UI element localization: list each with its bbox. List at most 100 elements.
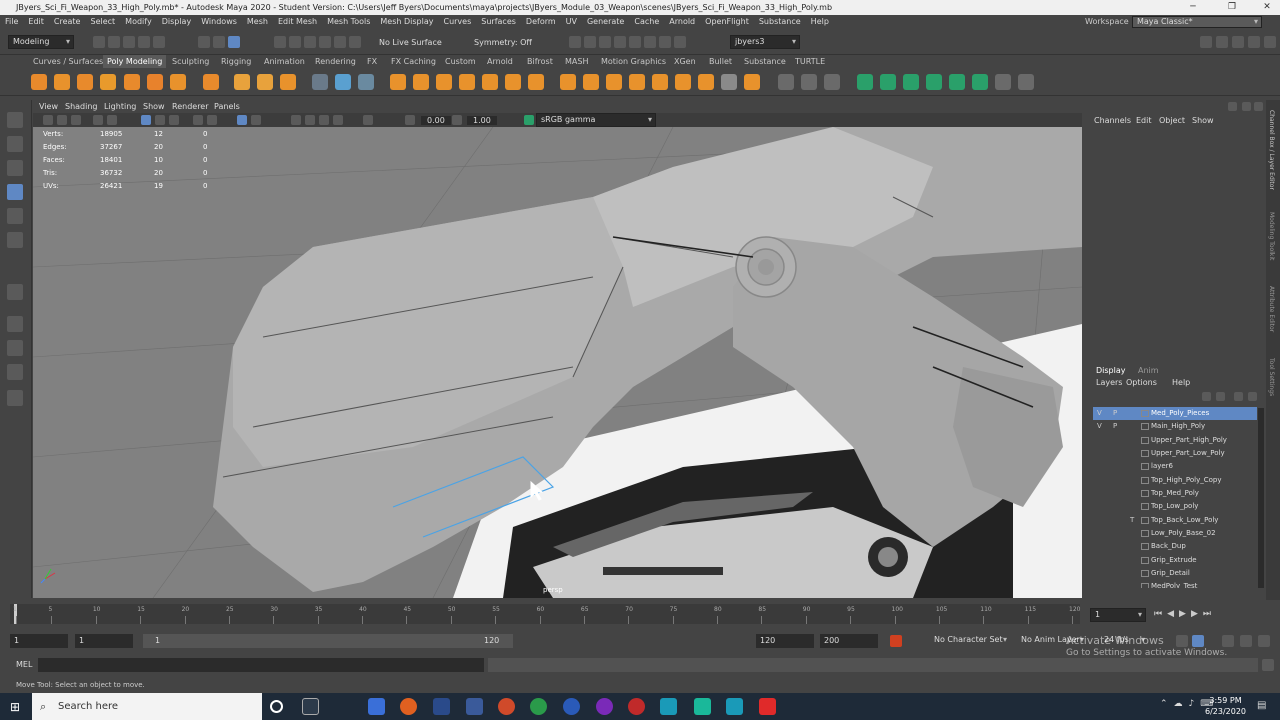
shelf-tab-poly-modeling[interactable]: Poly Modeling xyxy=(103,55,167,68)
select-component-icon[interactable] xyxy=(228,36,240,48)
range-bar[interactable]: 1 120 xyxy=(143,634,513,648)
menu-display[interactable]: Display xyxy=(157,15,197,29)
menu-generate[interactable]: Generate xyxy=(582,15,629,29)
mesh-cleanup-icon[interactable] xyxy=(505,74,521,90)
snap-surface-icon[interactable] xyxy=(334,36,346,48)
shelf-tab-custom[interactable]: Custom xyxy=(445,55,476,68)
layer-tab-display[interactable]: Display xyxy=(1096,366,1126,375)
poly-plane-icon[interactable] xyxy=(147,74,163,90)
camera-attributes-icon[interactable] xyxy=(57,115,67,125)
extrude-icon[interactable] xyxy=(560,74,576,90)
layer-row[interactable]: Low_Poly_Base_02 xyxy=(1093,527,1257,540)
separate-icon[interactable] xyxy=(335,74,351,90)
xray-icon[interactable] xyxy=(251,115,261,125)
channel-menu-channels[interactable]: Channels xyxy=(1094,116,1131,125)
panel-menu-show[interactable]: Show xyxy=(143,101,165,113)
menu-uv[interactable]: UV xyxy=(561,15,582,29)
layer-color-swatch[interactable] xyxy=(1141,503,1149,510)
menu-mesh[interactable]: Mesh xyxy=(242,15,273,29)
g-app-icon[interactable] xyxy=(498,698,515,715)
cortana-icon[interactable] xyxy=(270,700,283,713)
single-perspective-layout-icon[interactable] xyxy=(7,284,23,300)
bridge-icon[interactable] xyxy=(583,74,599,90)
shelf-tab-curves-surfaces[interactable]: Curves / Surfaces xyxy=(33,55,103,68)
offset-edge-loop-icon[interactable] xyxy=(824,74,840,90)
playback-start-field[interactable]: 1 xyxy=(75,634,133,648)
shelf-tab-arnold[interactable]: Arnold xyxy=(487,55,513,68)
channel-box-icon[interactable] xyxy=(1248,36,1260,48)
make-hole-icon[interactable] xyxy=(675,74,691,90)
playback-end-field[interactable]: 120 xyxy=(756,634,814,648)
close-button[interactable]: ✕ xyxy=(1254,0,1280,15)
exposure-icon[interactable] xyxy=(405,115,415,125)
user-dropdown[interactable]: jbyers3 xyxy=(730,35,800,49)
panel-toggle-icon[interactable] xyxy=(1264,36,1276,48)
layer-menu-layers[interactable]: Layers xyxy=(1096,378,1122,387)
menu-edit[interactable]: Edit xyxy=(23,15,49,29)
select-tool-icon[interactable] xyxy=(7,112,23,128)
layer-color-swatch[interactable] xyxy=(1141,410,1149,417)
monitor-app-icon[interactable] xyxy=(368,698,385,715)
color-management-icon[interactable] xyxy=(524,115,534,125)
layer-move-up-icon[interactable] xyxy=(1202,392,1211,401)
type-text-icon[interactable] xyxy=(257,74,273,90)
maya-icon[interactable] xyxy=(660,698,677,715)
append-icon[interactable] xyxy=(629,74,645,90)
panel-menu-lighting[interactable]: Lighting xyxy=(104,101,136,113)
menu-modify[interactable]: Modify xyxy=(120,15,157,29)
multi-cut-icon[interactable] xyxy=(778,74,794,90)
menu-deform[interactable]: Deform xyxy=(521,15,561,29)
layer-color-swatch[interactable] xyxy=(1141,583,1149,588)
boolean-difference-icon[interactable] xyxy=(436,74,452,90)
taskbar-search[interactable]: ⌕ Search here xyxy=(32,693,262,720)
snap-point-icon[interactable] xyxy=(304,36,316,48)
paint-select-icon[interactable] xyxy=(7,160,23,176)
uv-editor-icon[interactable] xyxy=(972,74,988,90)
panel-menu-shading[interactable]: Shading xyxy=(65,101,98,113)
menu-mesh-tools[interactable]: Mesh Tools xyxy=(322,15,375,29)
outliner-icon[interactable] xyxy=(7,390,23,406)
firefox-icon[interactable] xyxy=(400,698,417,715)
menu-set-dropdown[interactable]: Modeling xyxy=(8,35,74,49)
isolate-select-icon[interactable] xyxy=(363,115,373,125)
scale-tool-icon[interactable] xyxy=(7,232,23,248)
substance-designer-icon[interactable] xyxy=(530,698,547,715)
layer-row[interactable]: Back_Dup xyxy=(1093,540,1257,553)
layer-color-swatch[interactable] xyxy=(1141,423,1149,430)
new-scene-icon[interactable] xyxy=(93,36,105,48)
tool-settings-icon[interactable] xyxy=(1232,36,1244,48)
layer-tab-anim[interactable]: Anim xyxy=(1138,366,1159,375)
poly-cube-icon[interactable] xyxy=(54,74,70,90)
layer-playback[interactable]: P xyxy=(1113,407,1123,420)
layer-row[interactable]: T Top_Back_Low_Poly xyxy=(1093,514,1257,527)
snap-curve-icon[interactable] xyxy=(289,36,301,48)
minimize-button[interactable]: ─ xyxy=(1180,0,1206,15)
poly-disc-icon[interactable] xyxy=(170,74,186,90)
shelf-tab-motion-graphics[interactable]: Motion Graphics xyxy=(601,55,666,68)
menu-edit-mesh[interactable]: Edit Mesh xyxy=(273,15,322,29)
new-layer-icon[interactable] xyxy=(1234,392,1243,401)
menu-windows[interactable]: Windows xyxy=(196,15,242,29)
menu-mesh-display[interactable]: Mesh Display xyxy=(375,15,438,29)
notifications-icon[interactable]: ▤ xyxy=(1257,700,1266,711)
layer-row[interactable]: Upper_Part_Low_Poly xyxy=(1093,447,1257,460)
resolution-gate-icon[interactable] xyxy=(169,115,179,125)
channel-box-close-icon[interactable] xyxy=(1254,102,1263,111)
layer-playback[interactable]: P xyxy=(1113,420,1123,433)
open-scene-icon[interactable] xyxy=(108,36,120,48)
marmoset-icon[interactable] xyxy=(596,698,613,715)
auto-key-icon[interactable] xyxy=(890,635,902,647)
layer-row[interactable]: MedPoly_Test xyxy=(1093,580,1257,588)
channel-box-options-icon[interactable] xyxy=(1242,102,1251,111)
insert-edge-loop-icon[interactable] xyxy=(801,74,817,90)
substance-icon[interactable] xyxy=(563,698,580,715)
panel-menu-renderer[interactable]: Renderer xyxy=(172,101,209,113)
pause-ipr-icon[interactable] xyxy=(674,36,686,48)
automatic-uv-icon[interactable] xyxy=(926,74,942,90)
animation-end-field[interactable]: 200 xyxy=(820,634,878,648)
ambient-occlusion-icon[interactable] xyxy=(319,115,329,125)
exposure-field[interactable]: 0.00 xyxy=(421,116,451,125)
shelf-tab-rendering[interactable]: Rendering xyxy=(315,55,356,68)
anti-aliasing-icon[interactable] xyxy=(333,115,343,125)
playback-controls[interactable]: ⏮◀▶▶⏭ xyxy=(1154,609,1216,619)
